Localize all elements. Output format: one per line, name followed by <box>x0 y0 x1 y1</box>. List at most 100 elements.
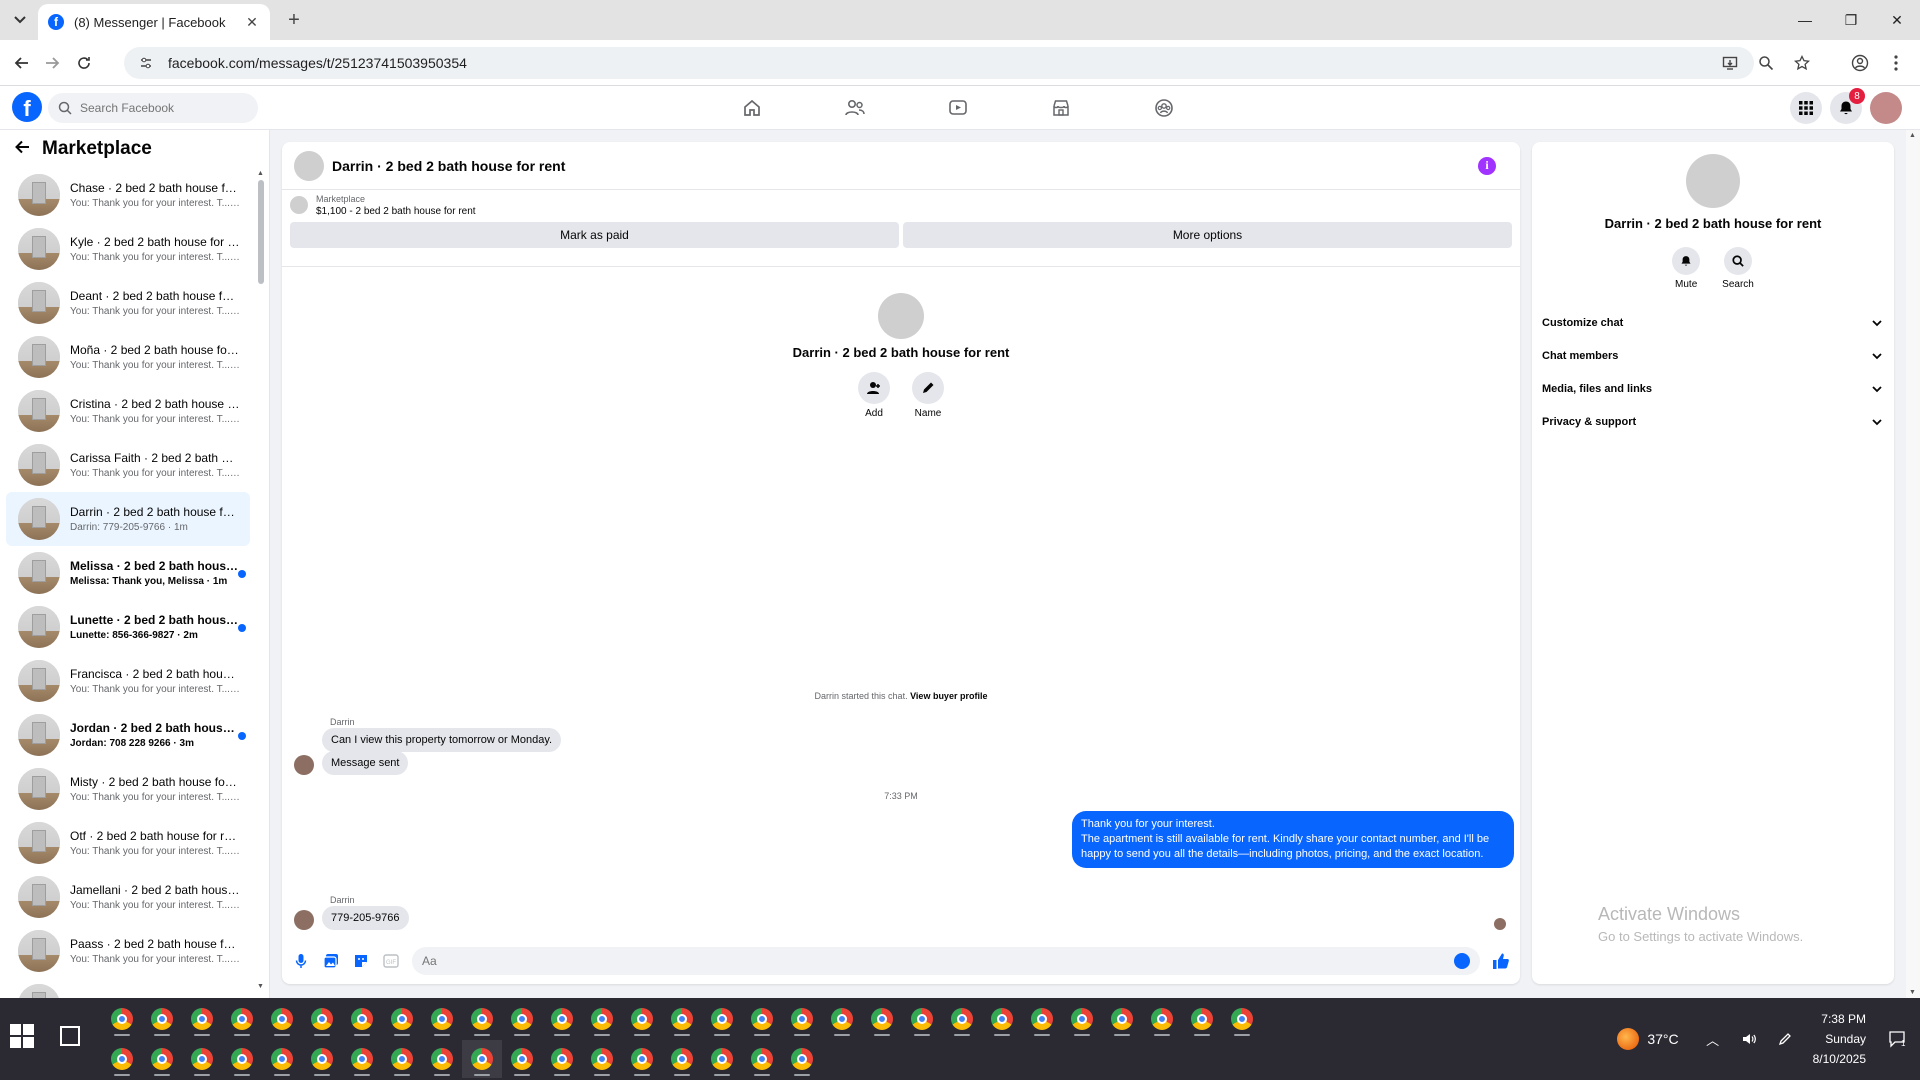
conversation-item[interactable]: Otf · 2 bed 2 bath house for rent You: Th… <box>6 816 250 870</box>
conversation-item[interactable]: Chase · 2 bed 2 bath house for ... You: T… <box>6 168 250 222</box>
minimize-button[interactable]: — <box>1782 0 1828 40</box>
taskbar-chrome-app[interactable] <box>342 1040 382 1078</box>
taskbar-chrome-app[interactable] <box>182 1040 222 1078</box>
conversation-item[interactable]: Darrin · 2 bed 2 bath house for ... Darri… <box>6 492 250 546</box>
scroll-up-arrow-icon[interactable]: ▲ <box>257 170 264 177</box>
pen-icon[interactable] <box>1773 1027 1797 1051</box>
emoji-icon[interactable] <box>1454 953 1470 969</box>
taskbar-chrome-app[interactable] <box>462 1000 502 1038</box>
taskbar-chrome-app[interactable] <box>742 1000 782 1038</box>
conversation-item[interactable]: Caio Augusto · 2 bed 2 bath ho... <box>6 978 250 998</box>
sender-avatar[interactable] <box>294 910 314 930</box>
close-tab-icon[interactable]: ✕ <box>244 14 260 30</box>
conversation-item[interactable]: Moña · 2 bed 2 bath house for r... You: T… <box>6 330 250 384</box>
taskbar-chrome-app[interactable] <box>1142 1000 1182 1038</box>
windows-start-icon[interactable] <box>10 1024 34 1048</box>
scroll-up-arrow-icon[interactable]: ▲ <box>1909 132 1916 139</box>
taskbar-chrome-app[interactable] <box>662 1040 702 1078</box>
taskbar-chrome-app[interactable] <box>902 1000 942 1038</box>
info-icon[interactable]: i <box>1478 156 1496 175</box>
conversation-item[interactable]: Cristina · 2 bed 2 bath house fo... You: … <box>6 384 250 438</box>
close-window-button[interactable]: ✕ <box>1874 0 1920 40</box>
add-people-button[interactable]: Add <box>858 372 890 419</box>
taskbar-chrome-app[interactable] <box>702 1000 742 1038</box>
taskbar-chrome-app[interactable] <box>582 1000 622 1038</box>
thumbs-up-icon[interactable] <box>1492 952 1510 970</box>
taskbar-chrome-app[interactable] <box>622 1040 662 1078</box>
mute-button[interactable]: Mute <box>1672 247 1701 290</box>
taskbar-chrome-app[interactable] <box>222 1000 262 1038</box>
taskbar-chrome-app[interactable] <box>142 1000 182 1038</box>
taskbar-chrome-app[interactable] <box>502 1000 542 1038</box>
taskbar-chrome-app[interactable] <box>862 1000 902 1038</box>
mark-as-paid-button[interactable]: Mark as paid <box>290 222 899 248</box>
scroll-down-arrow-icon[interactable]: ▼ <box>1909 989 1916 996</box>
taskbar-chrome-app[interactable] <box>782 1040 822 1078</box>
taskbar-chrome-app[interactable] <box>422 1000 462 1038</box>
taskbar-chrome-app[interactable] <box>702 1040 742 1078</box>
browser-tab[interactable]: f (8) Messenger | Facebook ✕ <box>38 4 270 40</box>
account-avatar[interactable] <box>1870 92 1902 124</box>
bookmark-star-icon[interactable] <box>1788 49 1816 77</box>
conversation-item[interactable]: Lunette · 2 bed 2 bath house f... Lunette… <box>6 600 250 654</box>
marketplace-listing-bar[interactable]: Marketplace $1,100 - 2 bed 2 bath house … <box>282 190 1520 220</box>
taskbar-chrome-app[interactable] <box>622 1000 662 1038</box>
scroll-down-arrow-icon[interactable]: ▼ <box>257 983 264 990</box>
conversation-item[interactable]: Francisca · 2 bed 2 bath house f... You: … <box>6 654 250 708</box>
sidebar-scrollbar[interactable]: ▲ ▼ <box>257 170 265 990</box>
weather-widget[interactable]: 37°C <box>1617 1028 1679 1050</box>
restore-button[interactable]: ❐ <box>1828 0 1874 40</box>
sender-avatar[interactable] <box>294 755 314 775</box>
facebook-search[interactable] <box>48 93 258 123</box>
taskbar-chrome-app[interactable] <box>102 1000 142 1038</box>
volume-icon[interactable] <box>1737 1027 1761 1051</box>
page-scrollbar[interactable]: ▲ ▼ <box>1906 130 1920 998</box>
taskbar-chrome-app[interactable] <box>302 1000 342 1038</box>
facebook-search-input[interactable] <box>80 101 230 115</box>
taskbar-chrome-app[interactable] <box>822 1000 862 1038</box>
taskbar-chrome-app[interactable] <box>262 1040 302 1078</box>
profile-icon[interactable] <box>1846 49 1874 77</box>
conversation-item[interactable]: Melissa · 2 bed 2 bath house f... Melissa… <box>6 546 250 600</box>
address-bar[interactable]: facebook.com/messages/t/2512374150395035… <box>124 47 1754 79</box>
taskbar-chrome-app[interactable] <box>102 1040 142 1078</box>
message-input-wrapper[interactable] <box>412 947 1480 975</box>
zoom-icon[interactable] <box>1752 49 1780 77</box>
task-view-icon[interactable] <box>60 1026 80 1046</box>
taskbar-chrome-app[interactable] <box>1022 1000 1062 1038</box>
facebook-logo-icon[interactable]: f <box>12 92 42 122</box>
section-privacy-support[interactable]: Privacy & support <box>1542 405 1884 438</box>
forward-button[interactable] <box>40 51 64 75</box>
taskbar-chrome-app[interactable] <box>222 1040 262 1078</box>
view-buyer-profile-link[interactable]: View buyer profile <box>910 691 987 701</box>
taskbar-chrome-app[interactable] <box>502 1040 542 1078</box>
taskbar-chrome-app[interactable] <box>142 1040 182 1078</box>
tab-search-button[interactable] <box>8 8 32 32</box>
taskbar-chrome-app[interactable] <box>662 1000 702 1038</box>
notification-center-icon[interactable]: 1 <box>1880 1022 1914 1056</box>
section-customize-chat[interactable]: Customize chat <box>1542 306 1884 339</box>
section-media-files-links[interactable]: Media, files and links <box>1542 372 1884 405</box>
new-tab-button[interactable]: + <box>282 8 306 32</box>
outgoing-message[interactable]: Thank you for your interest. The apartme… <box>1072 811 1514 868</box>
gif-icon[interactable]: GIF <box>382 952 400 970</box>
microphone-icon[interactable] <box>292 952 310 970</box>
install-app-icon[interactable] <box>1716 49 1744 77</box>
system-clock[interactable]: 7:38 PM Sunday 8/10/2025 <box>1813 1009 1866 1069</box>
photo-icon[interactable] <box>322 952 340 970</box>
nav-friends[interactable] <box>803 86 906 130</box>
taskbar-chrome-app[interactable] <box>382 1000 422 1038</box>
taskbar-chrome-app[interactable] <box>1222 1000 1262 1038</box>
conversation-item[interactable]: Jordan · 2 bed 2 bath house f... Jordan: … <box>6 708 250 762</box>
taskbar-chrome-app[interactable] <box>1062 1000 1102 1038</box>
conversation-item[interactable]: Jamellani · 2 bed 2 bath house f... You: … <box>6 870 250 924</box>
taskbar-chrome-app[interactable] <box>542 1000 582 1038</box>
conversation-item[interactable]: Misty · 2 bed 2 bath house for r... You: … <box>6 762 250 816</box>
taskbar-chrome-app[interactable] <box>982 1000 1022 1038</box>
chat-title[interactable]: Darrin · 2 bed 2 bath house for rent <box>332 158 1478 174</box>
incoming-message[interactable]: Can I view this property tomorrow or Mon… <box>322 728 562 752</box>
browser-menu-icon[interactable] <box>1882 49 1910 77</box>
conversation-item[interactable]: Deant · 2 bed 2 bath house for ... You: T… <box>6 276 250 330</box>
taskbar-chrome-app[interactable] <box>782 1000 822 1038</box>
taskbar-chrome-app[interactable] <box>462 1040 502 1078</box>
